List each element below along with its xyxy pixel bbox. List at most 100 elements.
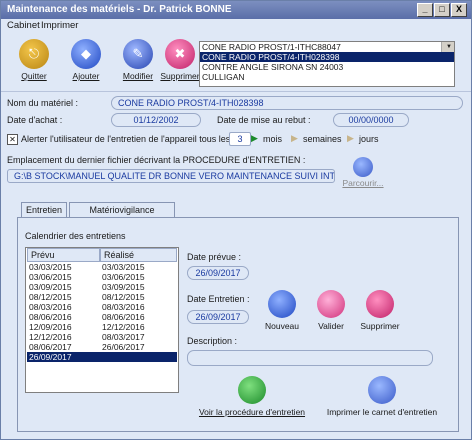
calendar-label: Calendrier des entretiens <box>25 231 126 241</box>
printer-icon <box>368 376 396 404</box>
maximize-button[interactable]: □ <box>434 3 450 17</box>
planned-date-cell: 26/09/2017 <box>29 352 72 362</box>
quit-label: Quitter <box>21 71 47 81</box>
view-procedure-button[interactable]: Voir la procédure d'entretien <box>189 376 315 417</box>
alert-label: Alerter l'utilisateur de l'entretien de … <box>21 134 231 144</box>
maintenance-calendar-table[interactable]: Prévu Réalisé 03/03/2015 03/03/2015 03/06/… <box>25 247 179 393</box>
planned-date-cell: 03/09/2015 <box>29 282 72 292</box>
name-label: Nom du matériel : <box>7 98 79 108</box>
discard-date-label: Date de mise au rebut : <box>217 115 311 125</box>
minimize-button[interactable]: _ <box>417 3 433 17</box>
maintenance-date-field[interactable]: 26/09/2017 <box>187 310 249 324</box>
description-label: Description : <box>187 336 238 346</box>
equipment-list-item[interactable]: CONTRE ANGLE SIRONA SN 24003 <box>200 62 454 72</box>
new-maintenance-button[interactable]: Nouveau <box>259 290 305 331</box>
browse-label: Parcourir... <box>342 178 384 188</box>
browse-button[interactable]: Parcourir... <box>335 157 391 188</box>
door-exit-icon: ⎋ <box>19 39 49 69</box>
planned-date-cell: 12/09/2016 <box>29 322 72 332</box>
alert-interval-field[interactable]: 3 <box>229 132 251 146</box>
alert-checkbox[interactable]: ✕ <box>7 134 18 145</box>
close-button[interactable]: X <box>451 3 467 17</box>
tab-entretien[interactable]: Entretien <box>21 202 67 218</box>
quit-button[interactable]: ⎋ Quitter <box>9 39 59 81</box>
table-row[interactable]: 26/09/2017 <box>27 352 177 362</box>
eye-icon <box>238 376 266 404</box>
new-arrows-icon <box>268 290 296 318</box>
planned-date-cell: 08/06/2016 <box>29 312 72 322</box>
table-row[interactable]: 12/09/2016 12/12/2016 <box>27 322 177 332</box>
procedure-location-field[interactable]: G:\B STOCK\MANUEL QUALITE DR BONNE VERO … <box>7 169 335 183</box>
days-label[interactable]: jours <box>359 134 379 144</box>
done-date-cell: 03/09/2015 <box>102 282 145 292</box>
table-row[interactable]: 08/03/2016 08/03/2016 <box>27 302 177 312</box>
column-header-done[interactable]: Réalisé <box>100 248 177 262</box>
new-label: Nouveau <box>264 321 300 331</box>
menu-cabinet[interactable]: Cabinet <box>7 20 40 31</box>
print-logbook-label: Imprimer le carnet d'entretien <box>326 407 438 417</box>
add-arrows-icon: ◆ <box>71 39 101 69</box>
done-date-cell: 08/06/2016 <box>102 312 145 322</box>
delete-eraser-icon <box>366 290 394 318</box>
equipment-list[interactable]: CONE RADIO PROST/1-ITHC88047 CONE RADIO … <box>199 41 455 87</box>
title-bar[interactable]: Maintenance des matériels - Dr. Patrick … <box>1 1 471 19</box>
table-row[interactable]: 08/06/2017 26/06/2017 <box>27 342 177 352</box>
equipment-list-scrollbar[interactable]: ▲ ▼ <box>441 42 454 52</box>
planned-date-cell: 08/06/2017 <box>29 342 72 352</box>
done-date-cell: 08/03/2017 <box>102 332 145 342</box>
months-label[interactable]: mois <box>263 134 282 144</box>
validate-label: Valider <box>318 321 344 331</box>
validate-button[interactable]: Valider <box>309 290 353 331</box>
table-row[interactable]: 08/06/2016 08/06/2016 <box>27 312 177 322</box>
delete-maintenance-button[interactable]: Supprimer <box>355 290 405 331</box>
planned-date-cell: 03/03/2015 <box>29 262 72 272</box>
planned-date-cell: 03/06/2015 <box>29 272 72 282</box>
done-date-cell: 08/12/2015 <box>102 292 145 302</box>
weeks-label[interactable]: semaines <box>303 134 342 144</box>
view-procedure-label: Voir la procédure d'entretien <box>198 407 306 417</box>
add-button[interactable]: ◆ Ajouter <box>61 39 111 81</box>
table-row[interactable]: 12/12/2016 08/03/2017 <box>27 332 177 342</box>
purchase-date-label: Date d'achat : <box>7 115 63 125</box>
table-row[interactable]: 03/03/2015 03/03/2015 <box>27 262 177 272</box>
planned-date-field[interactable]: 26/09/2017 <box>187 266 249 280</box>
planned-date-label: Date prévue : <box>187 252 242 262</box>
planned-date-cell: 08/12/2015 <box>29 292 72 302</box>
table-row[interactable]: 08/12/2015 08/12/2015 <box>27 292 177 302</box>
weeks-radio-icon[interactable]: ▶ <box>291 133 298 144</box>
main-window: Maintenance des matériels - Dr. Patrick … <box>0 0 472 440</box>
done-date-cell: 26/06/2017 <box>102 342 145 352</box>
print-logbook-button[interactable]: Imprimer le carnet d'entretien <box>319 376 445 417</box>
table-row[interactable]: 03/06/2015 03/06/2015 <box>27 272 177 282</box>
done-date-cell: 03/03/2015 <box>102 262 145 272</box>
planned-date-cell: 08/03/2016 <box>29 302 72 312</box>
delete-maintenance-label: Supprimer <box>360 321 400 331</box>
tab-materiovigilance[interactable]: Matériovigilance <box>69 202 175 218</box>
days-radio-icon[interactable]: ▶ <box>347 133 354 144</box>
table-row[interactable]: 03/09/2015 03/09/2015 <box>27 282 177 292</box>
procedure-location-label: Emplacement du dernier fichier décrivant… <box>7 155 306 165</box>
delete-button[interactable]: ✖ Supprimer <box>155 39 205 81</box>
purchase-date-field[interactable]: 01/12/2002 <box>111 113 201 127</box>
validate-icon <box>317 290 345 318</box>
browse-icon <box>353 157 373 177</box>
equipment-list-item-selected[interactable]: CONE RADIO PROST/4-ITH028398 <box>200 52 454 62</box>
window-title: Maintenance des matériels - Dr. Patrick … <box>7 4 232 15</box>
add-label: Ajouter <box>72 71 100 81</box>
scroll-down-icon[interactable]: ▼ <box>442 42 454 52</box>
name-field[interactable]: CONE RADIO PROST/4-ITH028398 <box>111 96 463 110</box>
done-date-cell: 12/12/2016 <box>102 322 145 332</box>
discard-date-field[interactable]: 00/00/0000 <box>333 113 409 127</box>
equipment-list-item[interactable]: CONE RADIO PROST/1-ITHC88047 <box>200 42 454 52</box>
equipment-list-item[interactable]: CULLIGAN <box>200 72 454 82</box>
menu-bar: Cabinet Imprimer <box>1 19 471 33</box>
done-date-cell: 08/03/2016 <box>102 302 145 312</box>
description-field[interactable] <box>187 350 433 366</box>
done-date-cell: 03/06/2015 <box>102 272 145 282</box>
delete-label: Supprimer <box>160 71 200 81</box>
menu-imprimer[interactable]: Imprimer <box>41 20 78 31</box>
eraser-icon: ✖ <box>165 39 195 69</box>
column-header-planned[interactable]: Prévu <box>27 248 100 262</box>
months-radio-icon[interactable]: ▶ <box>251 133 258 144</box>
edit-pencil-icon: ✎ <box>123 39 153 69</box>
